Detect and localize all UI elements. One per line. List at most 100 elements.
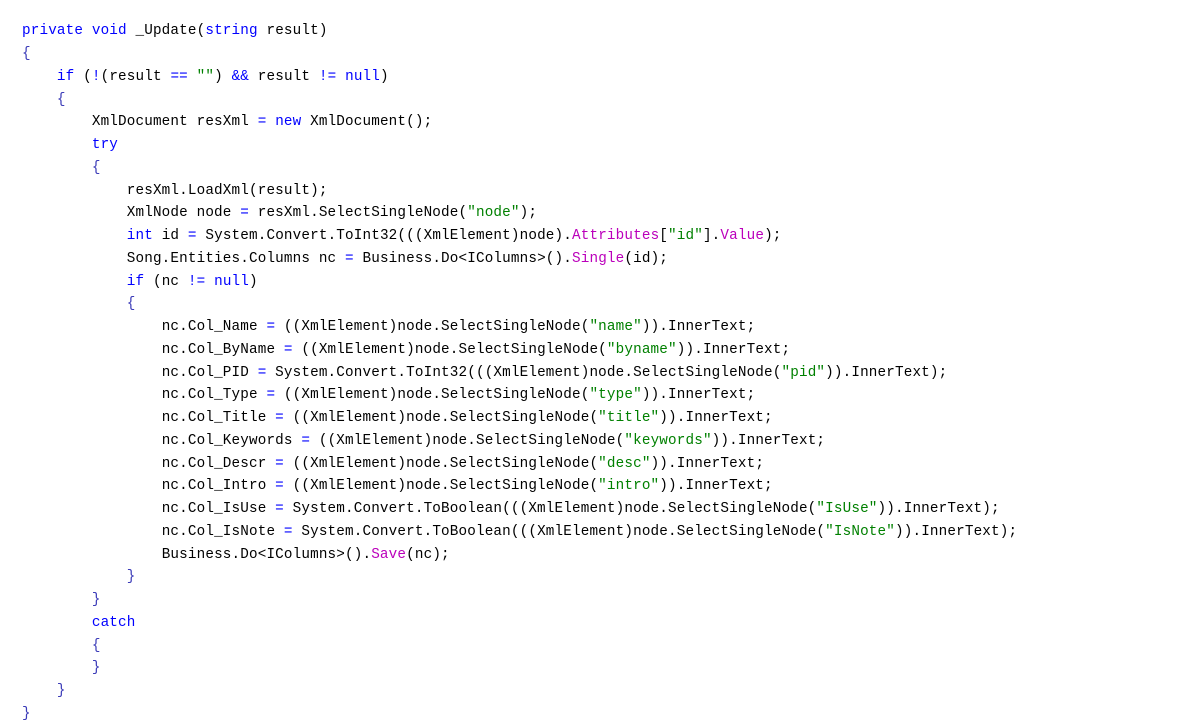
code-line: if (!(result == "") && result != null) xyxy=(22,66,1201,89)
code-token-op: = xyxy=(187,228,197,245)
code-token-op: && xyxy=(231,68,250,85)
code-token-plain: nc.Col_ByName xyxy=(161,341,284,358)
code-token-plain: (nc xyxy=(144,273,188,290)
code-line: nc.Col_Name = ((XmlElement)node.SelectSi… xyxy=(22,316,1201,339)
code-token-op: ! xyxy=(91,68,101,85)
code-line: nc.Col_IsNote = System.Convert.ToBoolean… xyxy=(22,521,1201,544)
code-line: } xyxy=(22,703,1201,726)
code-token-str: "type" xyxy=(589,387,642,404)
code-token-prop: Attributes xyxy=(572,228,660,245)
code-token-str: "title" xyxy=(598,410,660,427)
code-token-plain: nc.Col_Title xyxy=(161,410,276,427)
code-token-plain: XmlNode node xyxy=(126,205,241,222)
code-token-str: "desc" xyxy=(598,455,651,472)
code-token-op: = xyxy=(345,250,354,267)
code-token-op: = xyxy=(240,205,249,222)
code-token-plain: )).InnerText; xyxy=(676,341,791,358)
code-line: { xyxy=(22,157,1201,180)
code-token-plain: XmlDocument resXml xyxy=(91,114,258,131)
code-line: Song.Entities.Columns nc = Business.Do<I… xyxy=(22,248,1201,271)
code-token-plain: nc.Col_Type xyxy=(161,387,267,404)
code-token-str: "byname" xyxy=(606,341,677,358)
code-token-brace: { xyxy=(91,159,101,176)
code-token-plain: ((XmlElement)node.SelectSingleNode( xyxy=(310,432,625,449)
code-line: XmlNode node = resXml.SelectSingleNode("… xyxy=(22,202,1201,225)
code-line: } xyxy=(22,589,1201,612)
code-line: { xyxy=(22,89,1201,112)
code-line: nc.Col_Type = ((XmlElement)node.SelectSi… xyxy=(22,384,1201,407)
code-token-op: = xyxy=(275,455,284,472)
code-token-plain: ); xyxy=(519,205,538,222)
code-line: XmlDocument resXml = new XmlDocument(); xyxy=(22,111,1201,134)
code-token-kw: catch xyxy=(91,614,136,631)
code-token-plain: )).InnerText; xyxy=(650,455,765,472)
code-token-plain: resXml.LoadXml(result); xyxy=(126,182,328,199)
code-token-kw: string xyxy=(205,23,258,40)
code-token-brace: { xyxy=(56,91,66,108)
code-token-plain: id xyxy=(152,228,188,245)
code-snippet-surface: private void _Update(string result) { if … xyxy=(0,14,1201,722)
code-token-kw: private xyxy=(22,23,84,40)
code-token-plain: ]. xyxy=(702,228,721,245)
code-line: } xyxy=(22,680,1201,703)
code-token-plain: (id); xyxy=(624,250,669,267)
code-token-plain: ((XmlElement)node.SelectSingleNode( xyxy=(283,410,599,427)
code-line: nc.Col_Intro = ((XmlElement)node.SelectS… xyxy=(22,475,1201,498)
code-token-plain: )).InnerText; xyxy=(659,478,773,495)
code-token-plain: System.Convert.ToBoolean(((XmlElement)no… xyxy=(292,523,826,540)
code-token-str: "name" xyxy=(589,319,642,336)
code-line: nc.Col_PID = System.Convert.ToInt32(((Xm… xyxy=(22,362,1201,385)
code-line: nc.Col_ByName = ((XmlElement)node.Select… xyxy=(22,339,1201,362)
code-token-plain: ((XmlElement)node.SelectSingleNode( xyxy=(283,478,599,495)
code-token-prop: Save xyxy=(371,546,407,563)
code-token-plain: Song.Entities.Columns nc xyxy=(126,250,346,267)
code-line: private void _Update(string result) xyxy=(22,20,1201,43)
code-token-brace: } xyxy=(22,705,31,722)
code-token-plain: result) xyxy=(257,23,328,40)
code-token-str: "intro" xyxy=(598,478,660,495)
code-token-brace: } xyxy=(91,660,101,677)
code-token-op: = xyxy=(283,523,293,540)
code-token-str: "keywords" xyxy=(624,432,712,449)
code-token-plain: nc.Col_PID xyxy=(161,364,258,381)
code-block[interactable]: private void _Update(string result) { if … xyxy=(0,14,1201,725)
code-line: int id = System.Convert.ToInt32(((XmlEle… xyxy=(22,225,1201,248)
code-token-kw: if xyxy=(126,273,145,290)
code-token-kw: null xyxy=(345,68,381,85)
code-token-brace: { xyxy=(126,296,136,313)
code-token-brace: { xyxy=(22,46,31,63)
code-line: nc.Col_Descr = ((XmlElement)node.SelectS… xyxy=(22,453,1201,476)
code-token-str: "IsNote" xyxy=(825,523,895,540)
code-token-plain: ((XmlElement)node.SelectSingleNode( xyxy=(275,387,590,404)
code-line: { xyxy=(22,293,1201,316)
code-token-plain: nc.Col_IsNote xyxy=(161,523,284,540)
code-token-kw: null xyxy=(214,273,250,290)
code-token-brace: { xyxy=(91,637,101,654)
code-line: } xyxy=(22,566,1201,589)
code-line: catch xyxy=(22,612,1201,635)
code-token-plain: nc.Col_IsUse xyxy=(161,501,276,518)
code-line: nc.Col_Title = ((XmlElement)node.SelectS… xyxy=(22,407,1201,430)
code-token-plain: _Update( xyxy=(126,23,206,40)
code-line: nc.Col_IsUse = System.Convert.ToBoolean(… xyxy=(22,498,1201,521)
